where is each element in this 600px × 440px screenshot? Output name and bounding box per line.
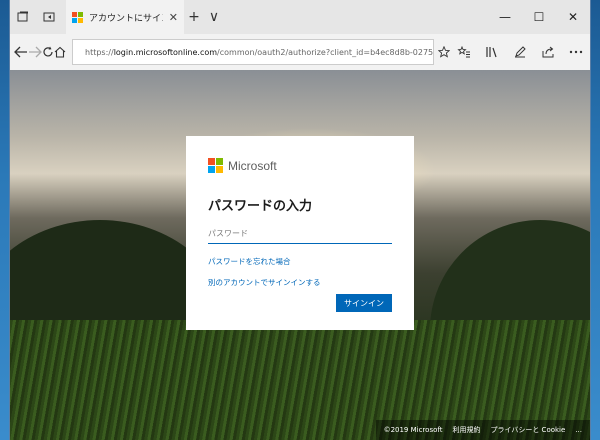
window-controls: — ☐ ✕ (488, 0, 590, 34)
minimize-button[interactable]: — (488, 0, 522, 34)
microsoft-favicon-icon (72, 11, 83, 23)
maximize-button[interactable]: ☐ (522, 0, 556, 34)
password-input[interactable] (208, 224, 392, 244)
copyright-text: ©2019 Microsoft (383, 426, 443, 434)
address-bar[interactable]: https://login.microsoftonline.com/common… (72, 39, 434, 65)
star-icon (438, 46, 450, 58)
url-text: https://login.microsoftonline.com/common… (85, 47, 434, 57)
back-button[interactable] (14, 38, 28, 66)
url-prefix: https:// (85, 47, 114, 57)
share-icon (542, 46, 554, 58)
web-note-button[interactable] (506, 38, 534, 66)
pen-icon (515, 46, 526, 58)
url-path: /common/oauth2/authorize?client_id=b4ec8… (217, 47, 434, 57)
page-content: Microsoft パスワードの入力 パスワードを忘れた場合 別のアカウントでサ… (10, 70, 590, 440)
tab-close-icon[interactable]: ✕ (169, 11, 178, 24)
favorites-hub-button[interactable] (450, 38, 478, 66)
tab-set-aside-button[interactable] (10, 0, 36, 34)
signin-card: Microsoft パスワードの入力 パスワードを忘れた場合 別のアカウントでサ… (186, 136, 414, 330)
tab-title: アカウントにサインイン (89, 13, 163, 24)
new-tab-button[interactable]: + (184, 0, 204, 34)
close-window-button[interactable]: ✕ (556, 0, 590, 34)
terms-link[interactable]: 利用規約 (452, 425, 480, 435)
page-footer: ©2019 Microsoft 利用規約 プライバシーと Cookie ... (375, 420, 590, 440)
home-icon (54, 46, 66, 58)
favorite-button[interactable] (438, 41, 450, 63)
books-icon (486, 47, 497, 58)
microsoft-squares-icon (208, 158, 223, 173)
navigation-bar: https://login.microsoftonline.com/common… (10, 34, 590, 70)
home-button[interactable] (54, 38, 66, 66)
favorites-list-icon (457, 46, 470, 58)
reading-list-button[interactable] (478, 38, 506, 66)
other-account-link[interactable]: 別のアカウントでサインインする (208, 277, 392, 288)
toolbar-right (450, 38, 590, 66)
tab-list-button[interactable]: ∨ (204, 0, 224, 34)
share-button[interactable] (534, 38, 562, 66)
tabs-icon (17, 11, 28, 22)
page-title: パスワードの入力 (208, 199, 313, 214)
forward-button[interactable] (28, 38, 42, 66)
forgot-password-link[interactable]: パスワードを忘れた場合 (208, 256, 392, 267)
refresh-button[interactable] (42, 38, 54, 66)
footer-more-button[interactable]: ... (575, 426, 582, 434)
forward-arrow-icon (29, 46, 42, 58)
signin-button[interactable]: サインイン (336, 294, 392, 312)
tab-preview-button[interactable] (36, 0, 62, 34)
tab-active[interactable]: アカウントにサインイン ✕ (66, 0, 184, 34)
more-dots-icon (569, 50, 583, 54)
back-arrow-icon (14, 46, 27, 58)
microsoft-brand-text: Microsoft (228, 158, 277, 173)
titlebar: アカウントにサインイン ✕ + ∨ — ☐ ✕ (10, 0, 590, 34)
back-tabs-icon (43, 12, 55, 22)
privacy-link[interactable]: プライバシーと Cookie (490, 425, 565, 435)
microsoft-logo: Microsoft (208, 158, 392, 173)
refresh-icon (43, 46, 53, 57)
browser-window: アカウントにサインイン ✕ + ∨ — ☐ ✕ https://login.mi… (10, 0, 590, 440)
url-host: login.microsoftonline.com (113, 47, 218, 57)
more-button[interactable] (562, 38, 590, 66)
